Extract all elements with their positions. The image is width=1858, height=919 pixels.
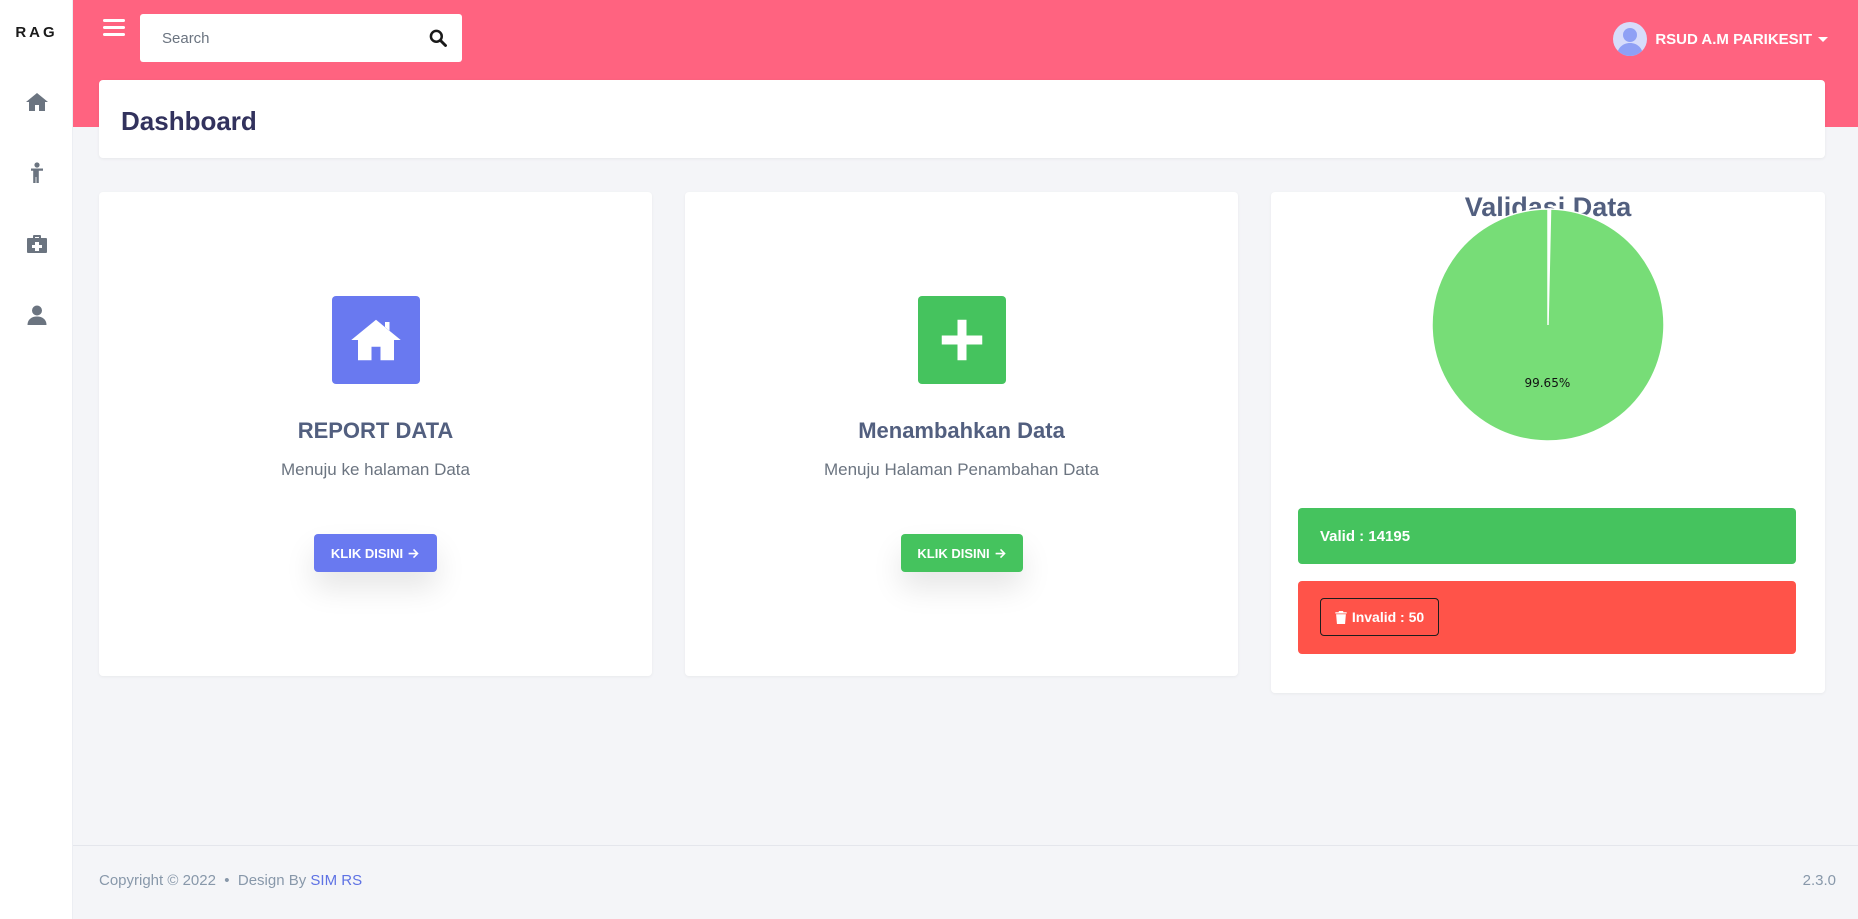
search-input[interactable] — [140, 14, 410, 62]
hamburger-icon — [103, 19, 125, 22]
avatar — [1613, 22, 1648, 56]
page-title: Dashboard — [121, 106, 257, 136]
footer-link[interactable]: SIM RS — [310, 872, 362, 889]
sidebar: RAG — [0, 0, 73, 919]
search-icon — [429, 29, 447, 47]
user-menu[interactable]: RSUD A.M PARIKESIT — [1613, 22, 1828, 56]
add-icon-box — [918, 296, 1006, 384]
sidebar-item-person[interactable] — [0, 153, 73, 193]
footer-copyright: Copyright © 2022 • Design By SIM RS — [99, 872, 362, 889]
trash-icon — [1335, 610, 1347, 624]
avatar-icon — [1617, 28, 1644, 56]
arrow-right-icon — [408, 548, 419, 558]
card-subtitle: Menuju ke halaman Data — [280, 460, 470, 479]
user-icon — [27, 305, 46, 325]
add-data-card: Menambahkan Data Menuju Halaman Penambah… — [685, 192, 1238, 676]
page-header: Dashboard — [99, 80, 1825, 158]
button-label: KLIK DISINI — [330, 545, 404, 561]
arrow-right-icon — [995, 548, 1006, 558]
pie-slice-valid — [1431, 208, 1665, 442]
person-icon — [30, 162, 43, 183]
invalid-count-label: Invalid : 50 — [1351, 609, 1425, 625]
home-icon — [351, 319, 401, 361]
home-icon — [25, 93, 48, 111]
card-title: REPORT DATA — [297, 418, 454, 443]
sidebar-item-home[interactable] — [0, 82, 73, 122]
report-data-button[interactable]: KLIK DISINI — [314, 534, 437, 572]
add-data-button[interactable]: KLIK DISINI — [901, 534, 1023, 572]
valid-count-label: Valid : 14195 — [1320, 527, 1411, 545]
search-box — [140, 14, 462, 62]
footer: Copyright © 2022 • Design By SIM RS 2.3.… — [73, 845, 1858, 919]
card-subtitle: Menuju Halaman Penambahan Data — [823, 460, 1099, 479]
invalid-data-button[interactable]: Invalid : 50 — [1320, 598, 1439, 636]
report-icon-box — [332, 296, 420, 384]
footer-version: 2.3.0 — [1802, 872, 1836, 889]
brand-logo[interactable]: RAG — [0, 24, 73, 41]
sidebar-item-user[interactable] — [0, 295, 73, 335]
report-data-card: REPORT DATA Menuju ke halaman Data KLIK … — [99, 192, 652, 676]
user-name: RSUD A.M PARIKESIT — [1655, 30, 1812, 48]
pie-chart: 0.35%99.65% — [1431, 208, 1665, 442]
plus-icon — [941, 319, 983, 361]
valid-count-bar: Valid : 14195 — [1298, 508, 1796, 564]
validation-card: Validasi Data 0.35%99.65% Valid : 14195 … — [1271, 192, 1825, 693]
card-title: Menambahkan Data — [858, 418, 1065, 443]
search-button[interactable] — [428, 28, 448, 48]
medkit-icon — [26, 235, 47, 253]
menu-toggle-button[interactable] — [103, 19, 125, 41]
chevron-down-icon — [1818, 36, 1828, 42]
button-label: KLIK DISINI — [917, 545, 990, 561]
pie-label-valid: 99.65% — [1524, 376, 1570, 390]
sidebar-item-medkit[interactable] — [0, 224, 73, 264]
invalid-count-bar: Invalid : 50 — [1298, 581, 1796, 654]
copyright-text: Copyright © 2022 • Design By — [99, 872, 311, 889]
